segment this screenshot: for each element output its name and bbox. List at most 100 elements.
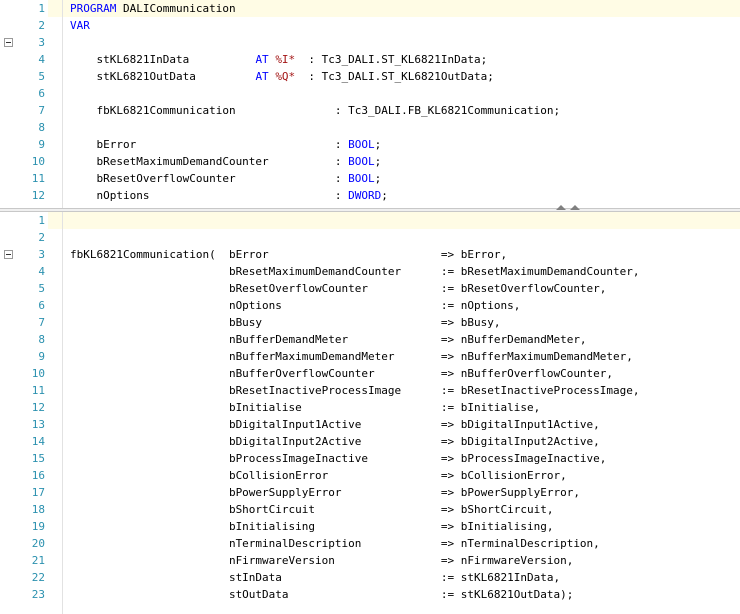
code-line[interactable]: 2 VAR bbox=[0, 17, 740, 34]
declaration-editor[interactable]: 1 PROGRAM DALICommunication 2 VAR 3 4 stKL682… bbox=[0, 0, 740, 208]
implementation-editor[interactable]: 1 2 3 fbKL6821Communication( bError => bErr… bbox=[0, 212, 740, 614]
code-text: fbKL6821Communication( bError => bError, bbox=[70, 246, 507, 263]
code-text: stOutData := stKL6821OutData); bbox=[70, 586, 573, 603]
code-line[interactable]: 9 nBufferMaximumDemandMeter => nBufferMa… bbox=[0, 348, 740, 365]
code-text: nOptions := nOptions, bbox=[70, 297, 520, 314]
line-number: 7 bbox=[38, 104, 45, 117]
code-text: nBufferDemandMeter => nBufferDemandMeter… bbox=[70, 331, 587, 348]
code-line[interactable]: 22 stInData := stKL6821InData, bbox=[0, 569, 740, 586]
code-line[interactable]: 20 nTerminalDescription => nTerminalDesc… bbox=[0, 535, 740, 552]
line-number: 12 bbox=[31, 189, 45, 202]
line-number: 15 bbox=[31, 452, 45, 465]
code-token: bBusy => bBusy, bbox=[70, 316, 501, 329]
code-keyword: AT bbox=[255, 53, 269, 66]
code-line[interactable]: 16 bCollisionError => bCollisionError, bbox=[0, 467, 740, 484]
code-token: fbKL6821Communication : Tc3_DALI.FB_KL68… bbox=[70, 104, 561, 117]
code-line[interactable]: 12 nOptions : DWORD; bbox=[0, 187, 740, 204]
code-line[interactable]: 13 bDigitalInput1Active => bDigitalInput… bbox=[0, 416, 740, 433]
code-line[interactable]: 5 bResetOverflowCounter := bResetOverflo… bbox=[0, 280, 740, 297]
code-line[interactable]: 11 bResetInactiveProcessImage := bResetI… bbox=[0, 382, 740, 399]
line-number: 13 bbox=[31, 418, 45, 431]
code-line[interactable]: 7 bBusy => bBusy, bbox=[0, 314, 740, 331]
code-address: %I* bbox=[275, 53, 296, 66]
code-text: bInitialising => bInitialising, bbox=[70, 518, 554, 535]
code-text: bResetOverflowCounter : BOOL; bbox=[70, 170, 381, 187]
code-line[interactable]: 21 nFirmwareVersion => nFirmwareVersion, bbox=[0, 552, 740, 569]
code-line[interactable]: 23 stOutData := stKL6821OutData); bbox=[0, 586, 740, 603]
code-token: bResetOverflowCounter := bResetOverflowC… bbox=[70, 282, 607, 295]
code-text: bResetInactiveProcessImage := bResetInac… bbox=[70, 382, 640, 399]
code-token: nFirmwareVersion => nFirmwareVersion, bbox=[70, 554, 574, 567]
code-token: bResetOverflowCounter : bbox=[70, 172, 349, 185]
code-token: stKL6821InData bbox=[70, 53, 256, 66]
line-number: 10 bbox=[31, 367, 45, 380]
code-line[interactable]: 9 bError : BOOL; bbox=[0, 136, 740, 153]
code-text: bProcessImageInactive => bProcessImageIn… bbox=[70, 450, 607, 467]
code-line[interactable]: 5 stKL6821OutData AT %Q* : Tc3_DALI.ST_K… bbox=[0, 68, 740, 85]
line-number: 6 bbox=[38, 87, 45, 100]
code-token: bCollisionError => bCollisionError, bbox=[70, 469, 567, 482]
code-line[interactable]: 1 PROGRAM DALICommunication bbox=[0, 0, 740, 17]
code-line[interactable]: 8 bbox=[0, 119, 740, 136]
code-token: ; bbox=[374, 172, 382, 185]
line-number: 17 bbox=[31, 486, 45, 499]
chevron-up-icon[interactable] bbox=[556, 205, 566, 210]
code-keyword: VAR bbox=[70, 19, 90, 32]
line-number: 1 bbox=[38, 2, 45, 15]
code-line[interactable]: 4 bResetMaximumDemandCounter := bResetMa… bbox=[0, 263, 740, 280]
collapse-minus-icon[interactable] bbox=[4, 38, 13, 47]
code-line[interactable]: 19 bInitialising => bInitialising, bbox=[0, 518, 740, 535]
collapse-minus-icon[interactable] bbox=[4, 250, 13, 259]
line-number: 19 bbox=[31, 520, 45, 533]
code-text: bBusy => bBusy, bbox=[70, 314, 501, 331]
line-number: 14 bbox=[31, 435, 45, 448]
code-token: bShortCircuit => bShortCircuit, bbox=[70, 503, 554, 516]
code-address: %Q* bbox=[275, 70, 296, 83]
code-token: bProcessImageInactive => bProcessImageIn… bbox=[70, 452, 607, 465]
code-text: bResetMaximumDemandCounter : BOOL; bbox=[70, 153, 381, 170]
code-line[interactable]: 18 bShortCircuit => bShortCircuit, bbox=[0, 501, 740, 518]
code-line[interactable]: 8 nBufferDemandMeter => nBufferDemandMet… bbox=[0, 331, 740, 348]
code-line[interactable]: 2 bbox=[0, 229, 740, 246]
code-line[interactable]: 1 bbox=[0, 212, 740, 229]
code-text: stKL6821InData AT %I* : Tc3_DALI.ST_KL68… bbox=[70, 51, 487, 68]
code-line[interactable]: 14 bDigitalInput2Active => bDigitalInput… bbox=[0, 433, 740, 450]
code-line[interactable]: 11 bResetOverflowCounter : BOOL; bbox=[0, 170, 740, 187]
line-number: 8 bbox=[38, 121, 45, 134]
line-number: 11 bbox=[31, 384, 45, 397]
code-line[interactable]: 4 stKL6821InData AT %I* : Tc3_DALI.ST_KL… bbox=[0, 51, 740, 68]
code-text: bCollisionError => bCollisionError, bbox=[70, 467, 567, 484]
code-text: bInitialise := bInitialise, bbox=[70, 399, 540, 416]
line-number: 10 bbox=[31, 155, 45, 168]
code-keyword: AT bbox=[255, 70, 269, 83]
code-line[interactable]: 10 bResetMaximumDemandCounter : BOOL; bbox=[0, 153, 740, 170]
code-keyword: BOOL bbox=[348, 172, 375, 185]
code-line[interactable]: 10 nBufferOverflowCounter => nBufferOver… bbox=[0, 365, 740, 382]
code-token: bDigitalInput1Active => bDigitalInput1Ac… bbox=[70, 418, 600, 431]
code-line[interactable]: 17 bPowerSupplyError => bPowerSupplyErro… bbox=[0, 484, 740, 501]
line-number: 6 bbox=[38, 299, 45, 312]
code-line[interactable]: 6 bbox=[0, 85, 740, 102]
code-token: nBufferOverflowCounter => nBufferOverflo… bbox=[70, 367, 614, 380]
code-text: bDigitalInput1Active => bDigitalInput1Ac… bbox=[70, 416, 600, 433]
code-keyword: BOOL bbox=[348, 138, 375, 151]
code-text: bResetOverflowCounter := bResetOverflowC… bbox=[70, 280, 607, 297]
code-line[interactable]: 3 bbox=[0, 34, 740, 51]
line-number: 9 bbox=[38, 350, 45, 363]
line-number: 12 bbox=[31, 401, 45, 414]
code-keyword: BOOL bbox=[348, 155, 375, 168]
code-line[interactable]: 7 fbKL6821Communication : Tc3_DALI.FB_KL… bbox=[0, 102, 740, 119]
code-text: bPowerSupplyError => bPowerSupplyError, bbox=[70, 484, 580, 501]
code-line[interactable]: 6 nOptions := nOptions, bbox=[0, 297, 740, 314]
code-token: fbKL6821Communication( bError => bError, bbox=[70, 248, 508, 261]
code-text: nOptions : DWORD; bbox=[70, 187, 387, 204]
line-number: 4 bbox=[38, 53, 45, 66]
code-line[interactable]: 3 fbKL6821Communication( bError => bError… bbox=[0, 246, 740, 263]
code-text: bShortCircuit => bShortCircuit, bbox=[70, 501, 554, 518]
chevron-down-icon[interactable] bbox=[570, 205, 580, 210]
code-line[interactable]: 12 bInitialise := bInitialise, bbox=[0, 399, 740, 416]
code-token: bResetMaximumDemandCounter : bbox=[70, 155, 349, 168]
code-token: bResetMaximumDemandCounter := bResetMaxi… bbox=[70, 265, 640, 278]
code-token: stKL6821OutData bbox=[70, 70, 256, 83]
code-line[interactable]: 15 bProcessImageInactive => bProcessImag… bbox=[0, 450, 740, 467]
